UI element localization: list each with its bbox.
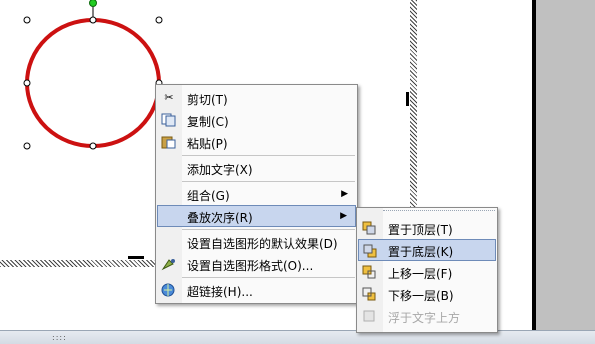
format-shape-icon <box>161 257 177 271</box>
menu-item-format-shape[interactable]: 设置自选图形格式(O)... <box>157 253 356 275</box>
resize-handle[interactable] <box>89 16 97 24</box>
menu-item-copy[interactable]: 复制(C) <box>157 109 356 131</box>
send-backward-icon <box>362 287 378 301</box>
menu-item-label: 浮于文字上方 <box>388 311 461 325</box>
submenu-item-send-backward[interactable]: 下移一层(B) <box>358 283 496 305</box>
menu-separator <box>182 181 355 182</box>
menu-item-order[interactable]: 叠放次序(R) ▶ <box>157 205 356 227</box>
resize-handle[interactable] <box>89 142 97 150</box>
order-submenu: 置于顶层(T) 置于底层(K) 上移一层(F) 下移一层(B) 浮于文字上方 <box>356 207 498 333</box>
menu-item-cut[interactable]: ✂ 剪切(T) <box>157 87 356 109</box>
scissors-icon: ✂ <box>164 91 174 104</box>
send-to-back-icon <box>363 244 379 258</box>
resize-handle[interactable] <box>23 79 31 87</box>
menu-item-group[interactable]: 组合(G) ▶ <box>157 183 356 205</box>
menu-item-label: 添加文字(X) <box>187 163 253 177</box>
menu-item-label: 置于底层(K) <box>388 245 454 259</box>
menu-item-label: 下移一层(B) <box>388 289 454 303</box>
context-menu: ✂ 剪切(T) 复制(C) 粘贴(P) 添加文字(X) 组合(G) ▶ 叠放次序… <box>155 84 358 304</box>
menu-item-hyperlink[interactable]: 超链接(H)... <box>157 279 356 301</box>
dash-mark <box>128 256 144 259</box>
menu-item-label: 剪切(T) <box>187 93 228 107</box>
text-cursor <box>406 92 409 106</box>
status-bar: :::: <box>0 330 595 344</box>
rotation-handle[interactable] <box>89 0 97 7</box>
red-circle-shape[interactable] <box>25 18 161 148</box>
submenu-arrow-icon: ▶ <box>341 189 348 199</box>
menu-item-label: 粘贴(P) <box>187 137 228 151</box>
menu-item-label: 复制(C) <box>187 115 229 129</box>
submenu-item-float-above-text: 浮于文字上方 <box>358 305 496 327</box>
submenu-item-bring-forward[interactable]: 上移一层(F) <box>358 261 496 283</box>
menu-item-label: 超链接(H)... <box>187 285 253 299</box>
copy-icon <box>161 113 177 127</box>
menu-item-label: 叠放次序(R) <box>187 211 253 225</box>
menu-item-paste[interactable]: 粘贴(P) <box>157 131 356 153</box>
menu-item-label: 设置自选图形的默认效果(D) <box>187 237 338 251</box>
workspace-background <box>536 0 595 330</box>
menu-item-add-text[interactable]: 添加文字(X) <box>157 157 356 179</box>
resize-handle[interactable] <box>23 142 31 150</box>
menu-separator <box>182 229 355 230</box>
menu-separator <box>182 155 355 156</box>
menu-item-label: 置于顶层(T) <box>388 223 453 237</box>
hyperlink-icon <box>161 283 177 297</box>
page-edge <box>532 0 536 330</box>
bring-forward-icon <box>362 265 378 279</box>
menu-item-label: 上移一层(F) <box>388 267 453 281</box>
menu-item-default-effect[interactable]: 设置自选图形的默认效果(D) <box>157 231 356 253</box>
status-grip[interactable]: :::: <box>52 333 67 342</box>
submenu-item-bring-to-front[interactable]: 置于顶层(T) <box>358 217 496 239</box>
submenu-item-send-to-back[interactable]: 置于底层(K) <box>358 239 496 261</box>
submenu-arrow-icon: ▶ <box>340 211 347 221</box>
menu-separator <box>182 277 355 278</box>
paste-icon <box>161 135 177 149</box>
bring-to-front-icon <box>362 221 378 235</box>
menu-item-label: 组合(G) <box>187 189 230 203</box>
menu-item-label: 设置自选图形格式(O)... <box>187 259 314 273</box>
resize-handle[interactable] <box>23 16 31 24</box>
submenu-tearoff-bar[interactable] <box>383 210 495 214</box>
float-above-text-icon <box>362 309 378 323</box>
text-frame-border-horizontal[interactable] <box>0 260 156 267</box>
resize-handle[interactable] <box>155 16 163 24</box>
